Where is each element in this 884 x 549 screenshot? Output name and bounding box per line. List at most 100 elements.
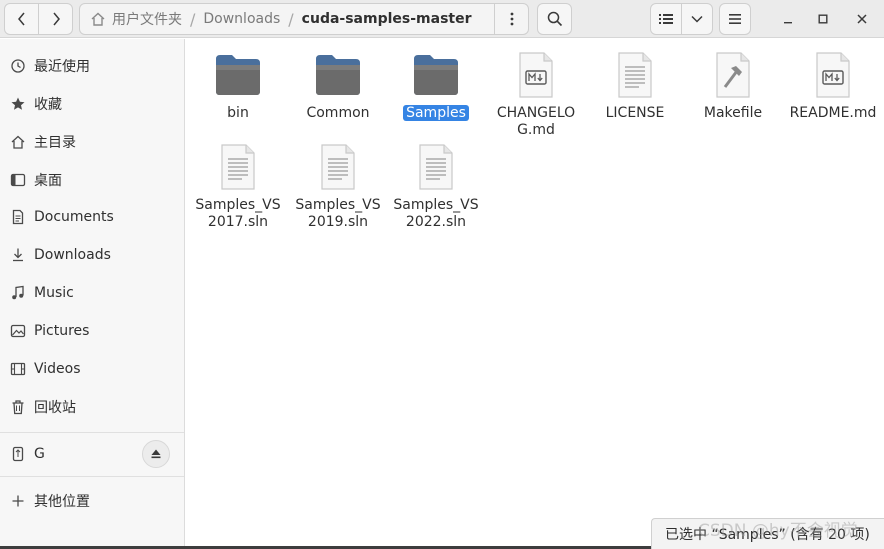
breadcrumb-separator: / — [288, 9, 294, 29]
sidebar-item-label: 回收站 — [34, 400, 76, 416]
sidebar-item-desktop[interactable]: 桌面 — [0, 162, 184, 198]
recent-icon — [10, 58, 26, 74]
plus-icon — [10, 493, 26, 509]
header-bar: 用户文件夹 / Downloads / cuda-samples-master — [0, 0, 884, 38]
file-item-samples-vs2017[interactable]: Samples_VS2017.sln — [190, 142, 286, 231]
sidebar-item-recent[interactable]: 最近使用 — [0, 48, 184, 84]
eject-button[interactable] — [142, 440, 170, 468]
file-item-readme[interactable]: README.md — [785, 50, 881, 122]
file-name: LICENSE — [605, 105, 665, 121]
minimize-button[interactable] — [776, 7, 800, 31]
desktop-icon — [10, 172, 26, 188]
file-item-samples-vs2022[interactable]: Samples_VS2022.sln — [388, 142, 484, 231]
trash-icon — [10, 399, 26, 415]
sidebar-item-videos[interactable]: Videos — [0, 351, 184, 387]
text-file-icon — [610, 50, 660, 100]
chevron-left-icon — [17, 12, 25, 26]
usb-drive-icon — [10, 446, 26, 462]
file-item-bin[interactable]: bin — [190, 50, 286, 122]
maximize-button[interactable] — [811, 7, 835, 31]
back-button[interactable] — [5, 4, 38, 34]
file-item-common[interactable]: Common — [290, 50, 386, 122]
sidebar-item-pictures[interactable]: Pictures — [0, 313, 184, 349]
sidebar-item-trash[interactable]: 回收站 — [0, 389, 184, 425]
navigation-buttons — [4, 3, 73, 35]
makefile-icon — [708, 50, 758, 100]
star-icon — [10, 96, 26, 112]
sidebar-item-label: Pictures — [34, 323, 90, 339]
more-vertical-icon — [510, 12, 513, 26]
videos-icon — [10, 361, 26, 377]
chevron-down-icon — [691, 15, 703, 23]
markdown-file-icon — [808, 50, 858, 100]
sidebar-item-other-locations[interactable]: 其他位置 — [0, 483, 184, 519]
sidebar-item-home[interactable]: 主目录 — [0, 124, 184, 160]
path-home-icon[interactable] — [80, 4, 106, 34]
sidebar-item-device-g[interactable]: G — [0, 436, 184, 472]
path-bar: 用户文件夹 / Downloads / cuda-samples-master — [79, 3, 529, 35]
sidebar-item-starred[interactable]: 收藏 — [0, 86, 184, 122]
sidebar-item-music[interactable]: Music — [0, 275, 184, 311]
pictures-icon — [10, 323, 26, 339]
text-file-icon — [411, 142, 461, 192]
file-item-samples-vs2019[interactable]: Samples_VS2019.sln — [290, 142, 386, 231]
view-options-button[interactable] — [681, 4, 712, 34]
file-name: Samples_VS2017.sln — [195, 197, 281, 230]
search-button[interactable] — [537, 3, 572, 35]
minimize-icon — [784, 22, 792, 24]
sidebar-separator — [0, 476, 184, 477]
forward-button[interactable] — [38, 4, 72, 34]
maximize-icon — [818, 14, 828, 24]
text-file-icon — [213, 142, 263, 192]
sidebar-separator — [0, 432, 184, 433]
file-name: README.md — [789, 105, 877, 121]
path-menu-button[interactable] — [494, 4, 528, 34]
file-item-license[interactable]: LICENSE — [587, 50, 683, 122]
status-bar: 已选中 “Samples” (含有 20 项) — [651, 518, 884, 549]
sidebar: 最近使用 收藏 主目录 桌面 Documents Downloads Music… — [0, 39, 185, 549]
breadcrumb-downloads[interactable]: Downloads — [197, 11, 286, 27]
file-item-changelog[interactable]: CHANGELOG.md — [488, 50, 584, 139]
home-icon — [10, 134, 26, 150]
chevron-right-icon — [52, 12, 60, 26]
folder-icon — [313, 50, 363, 100]
download-icon — [10, 247, 26, 263]
sidebar-item-label: 最近使用 — [34, 59, 90, 75]
sidebar-item-label: G — [34, 446, 45, 462]
sidebar-item-label: 其他位置 — [34, 494, 90, 510]
file-view: bin Common Samples CHANGELOG.md LICENSE … — [186, 39, 884, 549]
text-file-icon — [313, 142, 363, 192]
file-name: Samples_VS2019.sln — [295, 197, 381, 230]
music-icon — [10, 285, 26, 301]
sidebar-item-documents[interactable]: Documents — [0, 199, 184, 235]
breadcrumb-current[interactable]: cuda-samples-master — [296, 11, 478, 27]
file-name: Common — [306, 105, 370, 121]
sidebar-item-label: 主目录 — [34, 135, 76, 151]
file-name: CHANGELOG.md — [496, 105, 576, 138]
file-item-samples[interactable]: Samples — [388, 50, 484, 122]
hamburger-menu-icon — [729, 14, 741, 24]
eject-icon — [151, 449, 161, 459]
list-view-button[interactable] — [651, 4, 681, 34]
breadcrumb-home[interactable]: 用户文件夹 — [106, 9, 188, 29]
list-view-icon — [659, 14, 673, 24]
file-item-makefile[interactable]: Makefile — [685, 50, 781, 122]
folder-icon — [213, 50, 263, 100]
folder-icon — [411, 50, 461, 100]
sidebar-item-label: 收藏 — [34, 97, 62, 113]
close-button[interactable] — [850, 7, 874, 31]
file-name-selected: Samples — [391, 105, 481, 122]
sidebar-item-label: Documents — [34, 209, 114, 225]
sidebar-item-downloads[interactable]: Downloads — [0, 237, 184, 273]
markdown-file-icon — [511, 50, 561, 100]
sidebar-item-label: Videos — [34, 361, 81, 377]
file-name: Samples_VS2022.sln — [393, 197, 479, 230]
sidebar-item-label: 桌面 — [34, 173, 62, 189]
close-icon — [857, 14, 867, 24]
main-menu-button[interactable] — [719, 3, 751, 35]
search-icon — [547, 11, 562, 27]
file-name: bin — [227, 105, 249, 121]
file-name: Makefile — [703, 105, 763, 121]
sidebar-item-label: Music — [34, 285, 74, 301]
sidebar-item-label: Downloads — [34, 247, 111, 263]
